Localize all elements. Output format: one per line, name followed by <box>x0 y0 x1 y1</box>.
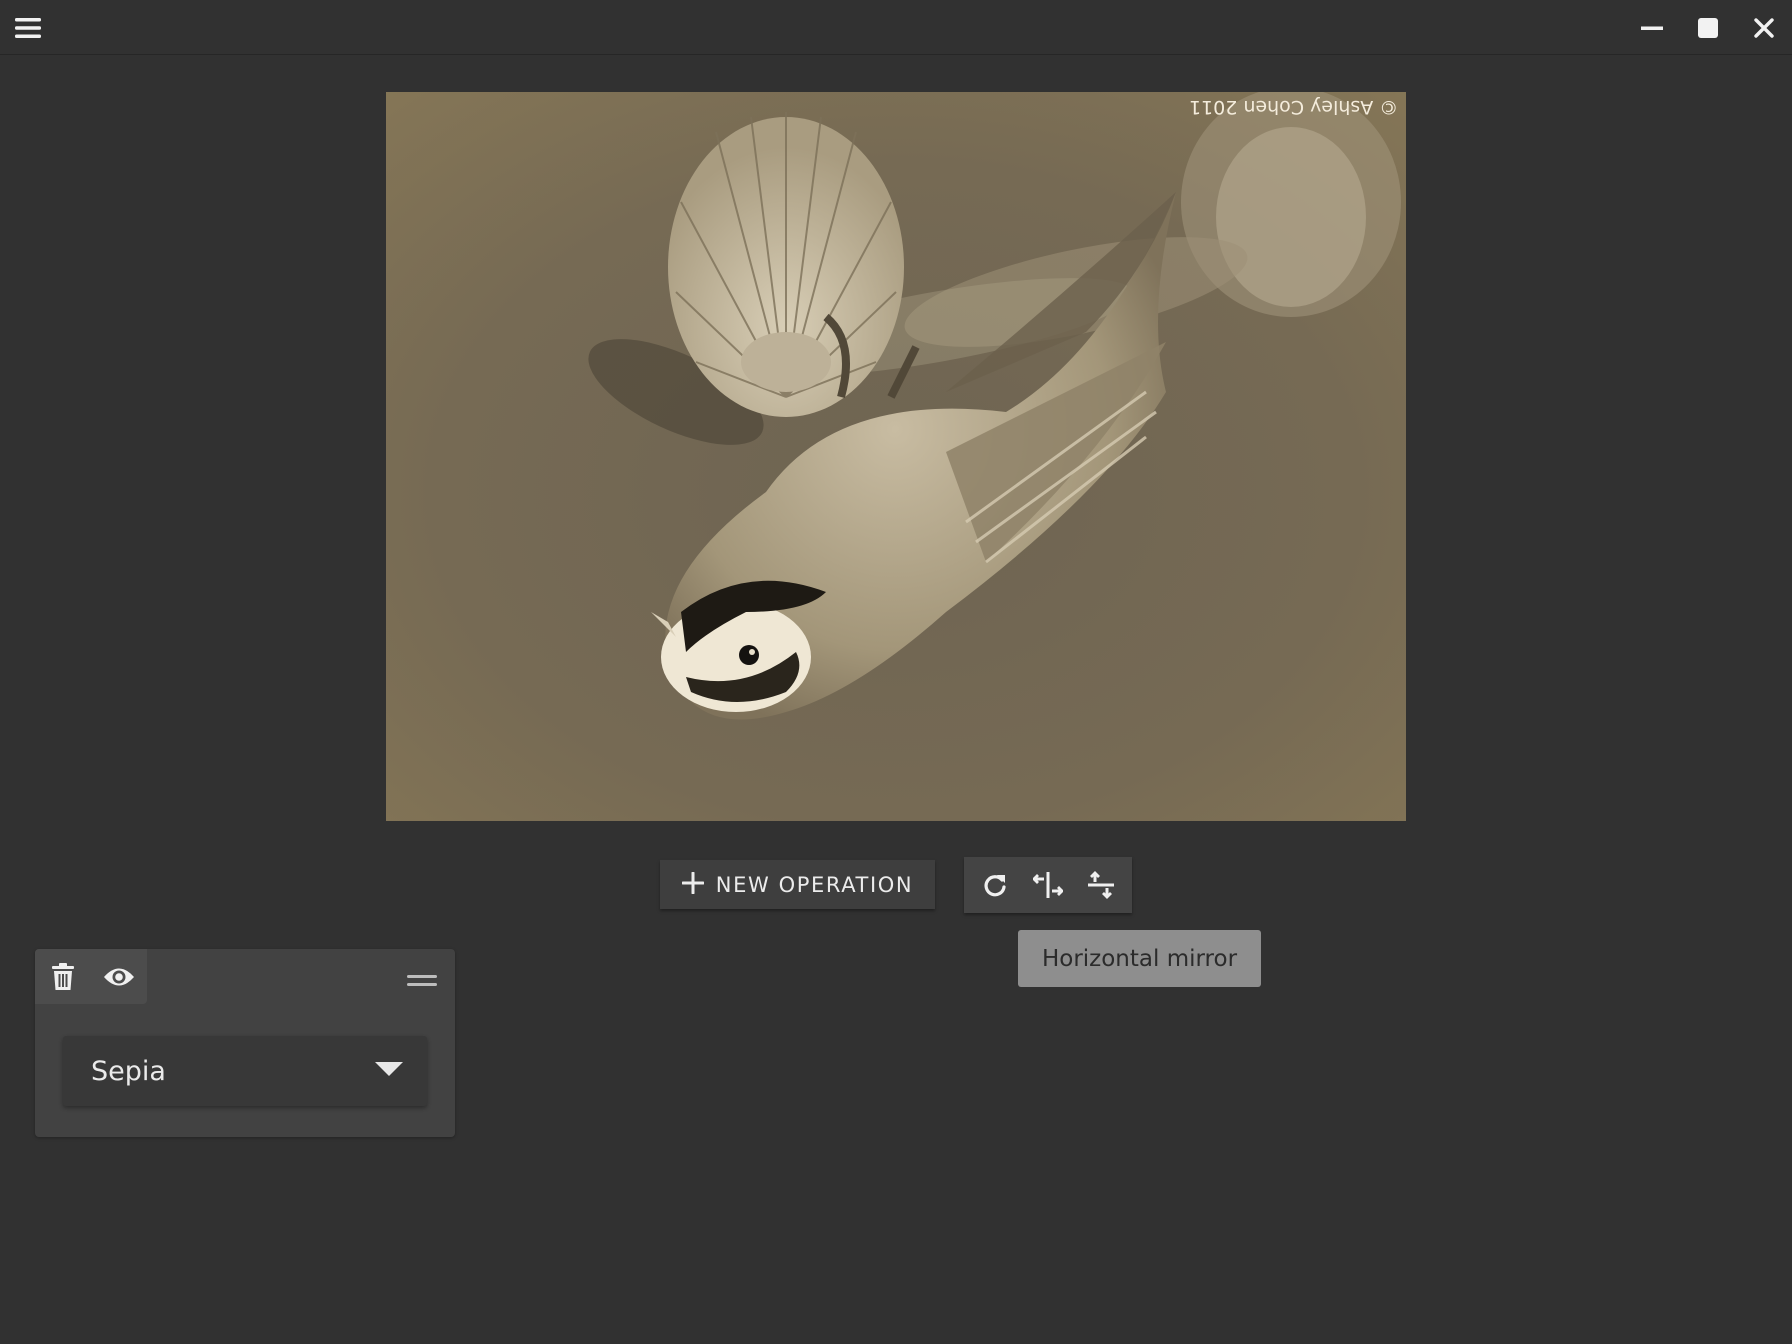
transform-tools <box>964 857 1132 913</box>
drag-handle-icon[interactable] <box>407 973 437 989</box>
watermark-text: © Ashley Cohen 2011 <box>1188 96 1398 118</box>
bird-photo <box>386 92 1406 821</box>
image-preview: © Ashley Cohen 2011 <box>386 92 1406 821</box>
minimize-icon[interactable] <box>1632 8 1672 48</box>
operation-card: Sepia <box>35 949 455 1137</box>
maximize-icon[interactable] <box>1688 8 1728 48</box>
operation-type-value: Sepia <box>91 1055 166 1087</box>
tooltip: Horizontal mirror <box>1018 930 1261 987</box>
horizontal-mirror-icon[interactable] <box>1024 861 1072 909</box>
eye-icon[interactable] <box>91 949 147 1004</box>
vertical-mirror-icon[interactable] <box>1077 861 1125 909</box>
caret-down-icon <box>375 1061 403 1081</box>
rotate-clockwise-icon[interactable] <box>971 861 1019 909</box>
operation-card-actions <box>35 949 147 1004</box>
hamburger-menu-icon[interactable] <box>8 8 48 48</box>
new-operation-button[interactable]: NEW OPERATION <box>660 860 935 909</box>
trash-icon[interactable] <box>35 949 91 1004</box>
new-operation-label: NEW OPERATION <box>715 872 914 897</box>
plus-icon <box>681 871 705 898</box>
title-bar <box>0 0 1792 55</box>
operation-type-select[interactable]: Sepia <box>63 1036 427 1106</box>
close-icon[interactable] <box>1744 8 1784 48</box>
